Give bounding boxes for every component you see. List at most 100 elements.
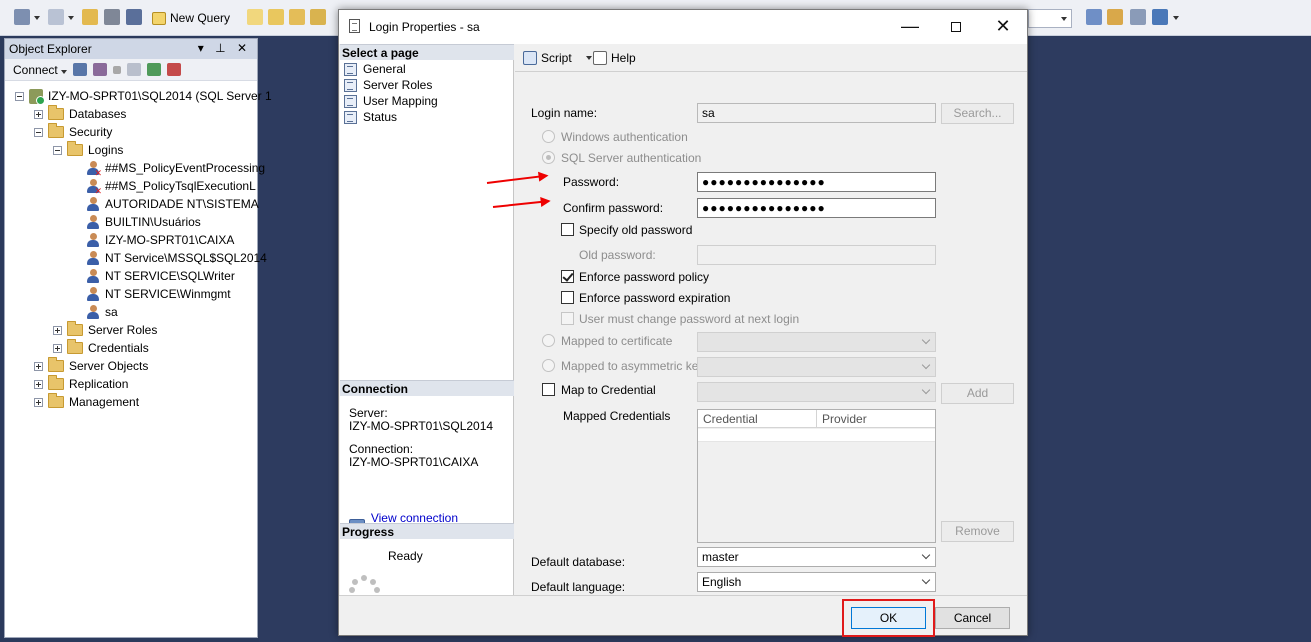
confirm-password-field[interactable]: ●●●●●●●●●●●●●●●: [697, 198, 936, 218]
connect-object-explorer-icon[interactable]: [73, 63, 88, 76]
page-label: General: [363, 62, 406, 76]
default-language-select[interactable]: English: [697, 572, 936, 592]
login-name-field[interactable]: sa: [697, 103, 936, 123]
help-button[interactable]: Help: [593, 51, 636, 65]
filter-icon[interactable]: [127, 63, 142, 76]
enforce-expiration-checkbox[interactable]: [561, 291, 574, 304]
new-query-icon: [152, 11, 166, 25]
collapse-icon[interactable]: [34, 127, 43, 137]
window-icon[interactable]: [1152, 9, 1168, 25]
specify-old-password-checkbox[interactable]: [561, 223, 574, 236]
mapped-certificate-radio[interactable]: [542, 334, 555, 347]
dmx-query-icon[interactable]: [289, 9, 305, 25]
connect-button[interactable]: Connect: [13, 63, 68, 77]
save-icon[interactable]: [104, 9, 120, 25]
database-query-icon[interactable]: [247, 9, 263, 25]
tree-folder[interactable]: Management: [34, 393, 139, 411]
password-field[interactable]: ●●●●●●●●●●●●●●●: [697, 172, 936, 192]
page-server-roles[interactable]: Server Roles: [344, 77, 432, 93]
script-button[interactable]: Script: [523, 51, 592, 65]
tree-folder[interactable]: Databases: [34, 105, 126, 123]
add-item-icon[interactable]: [48, 9, 64, 25]
folder-icon: [48, 123, 64, 138]
activity-monitor-icon[interactable]: [167, 63, 182, 76]
tree-item-label: ##MS_PolicyEventProcessing: [105, 161, 266, 175]
expand-icon[interactable]: [34, 109, 43, 119]
properties-icon[interactable]: [1107, 9, 1123, 25]
new-query-label: New Query: [170, 11, 231, 25]
must-change-password-checkbox[interactable]: [561, 312, 574, 325]
tree-folder[interactable]: Security: [34, 123, 112, 141]
page-general[interactable]: General: [344, 61, 406, 77]
open-folder-icon[interactable]: [82, 9, 98, 25]
search-button[interactable]: Search...: [941, 103, 1014, 124]
tree-folder[interactable]: Logins: [53, 141, 123, 159]
tree-login[interactable]: BUILTIN\Usuários: [86, 213, 201, 231]
expand-icon[interactable]: [53, 343, 62, 353]
tree-folder[interactable]: Replication: [34, 375, 128, 393]
maximize-button[interactable]: [933, 10, 979, 42]
tree-login[interactable]: NT Service\MSSQL$SQL2014: [86, 249, 267, 267]
enforce-policy-checkbox[interactable]: [561, 270, 574, 283]
tree-login[interactable]: IZY-MO-SPRT01\CAIXA: [86, 231, 234, 249]
script-icon: [523, 51, 537, 65]
default-database-select[interactable]: master: [697, 547, 936, 567]
tree-login[interactable]: ✕ ##MS_PolicyTsqlExecutionL: [86, 177, 256, 195]
tree-server-node[interactable]: IZY-MO-SPRT01\SQL2014 (SQL Server 1: [15, 87, 272, 105]
mdx-query-icon[interactable]: [268, 9, 284, 25]
tools-icon[interactable]: [1130, 9, 1146, 25]
tree-login[interactable]: AUTORIDADE NT\SISTEMA: [86, 195, 259, 213]
tree-login[interactable]: sa: [86, 303, 118, 321]
collapse-icon[interactable]: [15, 91, 24, 101]
refresh-icon[interactable]: [147, 63, 162, 76]
old-password-label: Old password:: [579, 248, 656, 262]
chevron-down-icon[interactable]: [1173, 16, 1179, 20]
tree-folder[interactable]: Credentials: [53, 339, 149, 357]
save-all-icon[interactable]: [126, 9, 142, 25]
tree-login[interactable]: NT SERVICE\SQLWriter: [86, 267, 235, 285]
chevron-down-icon[interactable]: [585, 56, 592, 60]
column-header-credential[interactable]: Credential: [698, 410, 817, 428]
close-button[interactable]: ✕: [980, 10, 1026, 42]
map-to-credential-checkbox[interactable]: [542, 383, 555, 396]
tree-login[interactable]: NT SERVICE\Winmgmt: [86, 285, 231, 303]
folder-icon: [67, 339, 83, 354]
chevron-down-icon[interactable]: [34, 16, 40, 20]
stop-icon[interactable]: [113, 65, 122, 74]
minimize-button[interactable]: —: [887, 10, 933, 42]
add-credential-button[interactable]: Add: [941, 383, 1014, 404]
windows-auth-radio[interactable]: [542, 130, 555, 143]
sql-auth-radio[interactable]: [542, 151, 555, 164]
tree-folder[interactable]: Server Roles: [53, 321, 157, 339]
chevron-down-icon: [921, 575, 931, 585]
tree-item-label: NT SERVICE\Winmgmt: [105, 287, 231, 301]
expand-icon[interactable]: [34, 361, 43, 371]
dialog-titlebar[interactable]: Login Properties - sa — ✕: [339, 10, 1027, 44]
tree-login[interactable]: ✕ ##MS_PolicyEventProcessing: [86, 159, 265, 177]
certificate-select[interactable]: [697, 332, 936, 352]
find-icon[interactable]: [1086, 9, 1102, 25]
expand-icon[interactable]: [53, 325, 62, 335]
tree-folder[interactable]: Server Objects: [34, 357, 148, 375]
page-status[interactable]: Status: [344, 109, 397, 125]
chevron-down-icon[interactable]: [68, 16, 74, 20]
ok-button[interactable]: OK: [851, 607, 926, 629]
old-password-field[interactable]: [697, 245, 936, 265]
solution-configurations-select[interactable]: [1028, 9, 1072, 28]
asymmetric-key-select[interactable]: [697, 357, 936, 377]
expand-icon[interactable]: [34, 397, 43, 407]
disconnect-icon[interactable]: [93, 63, 108, 76]
new-query-button[interactable]: New Query: [152, 8, 230, 28]
new-project-icon[interactable]: [14, 9, 30, 25]
remove-credential-button[interactable]: Remove: [941, 521, 1014, 542]
cancel-button[interactable]: Cancel: [935, 607, 1010, 629]
collapse-icon[interactable]: [53, 145, 62, 155]
mapped-asymmetric-key-radio[interactable]: [542, 359, 555, 372]
xmla-query-icon[interactable]: [310, 9, 326, 25]
column-header-provider[interactable]: Provider: [817, 410, 935, 428]
mapped-credentials-grid[interactable]: Credential Provider: [697, 409, 936, 543]
expand-icon[interactable]: [34, 379, 43, 389]
credential-select[interactable]: [697, 382, 936, 402]
panel-controls[interactable]: ▾ ⊥ ✕: [198, 41, 251, 55]
page-user-mapping[interactable]: User Mapping: [344, 93, 438, 109]
